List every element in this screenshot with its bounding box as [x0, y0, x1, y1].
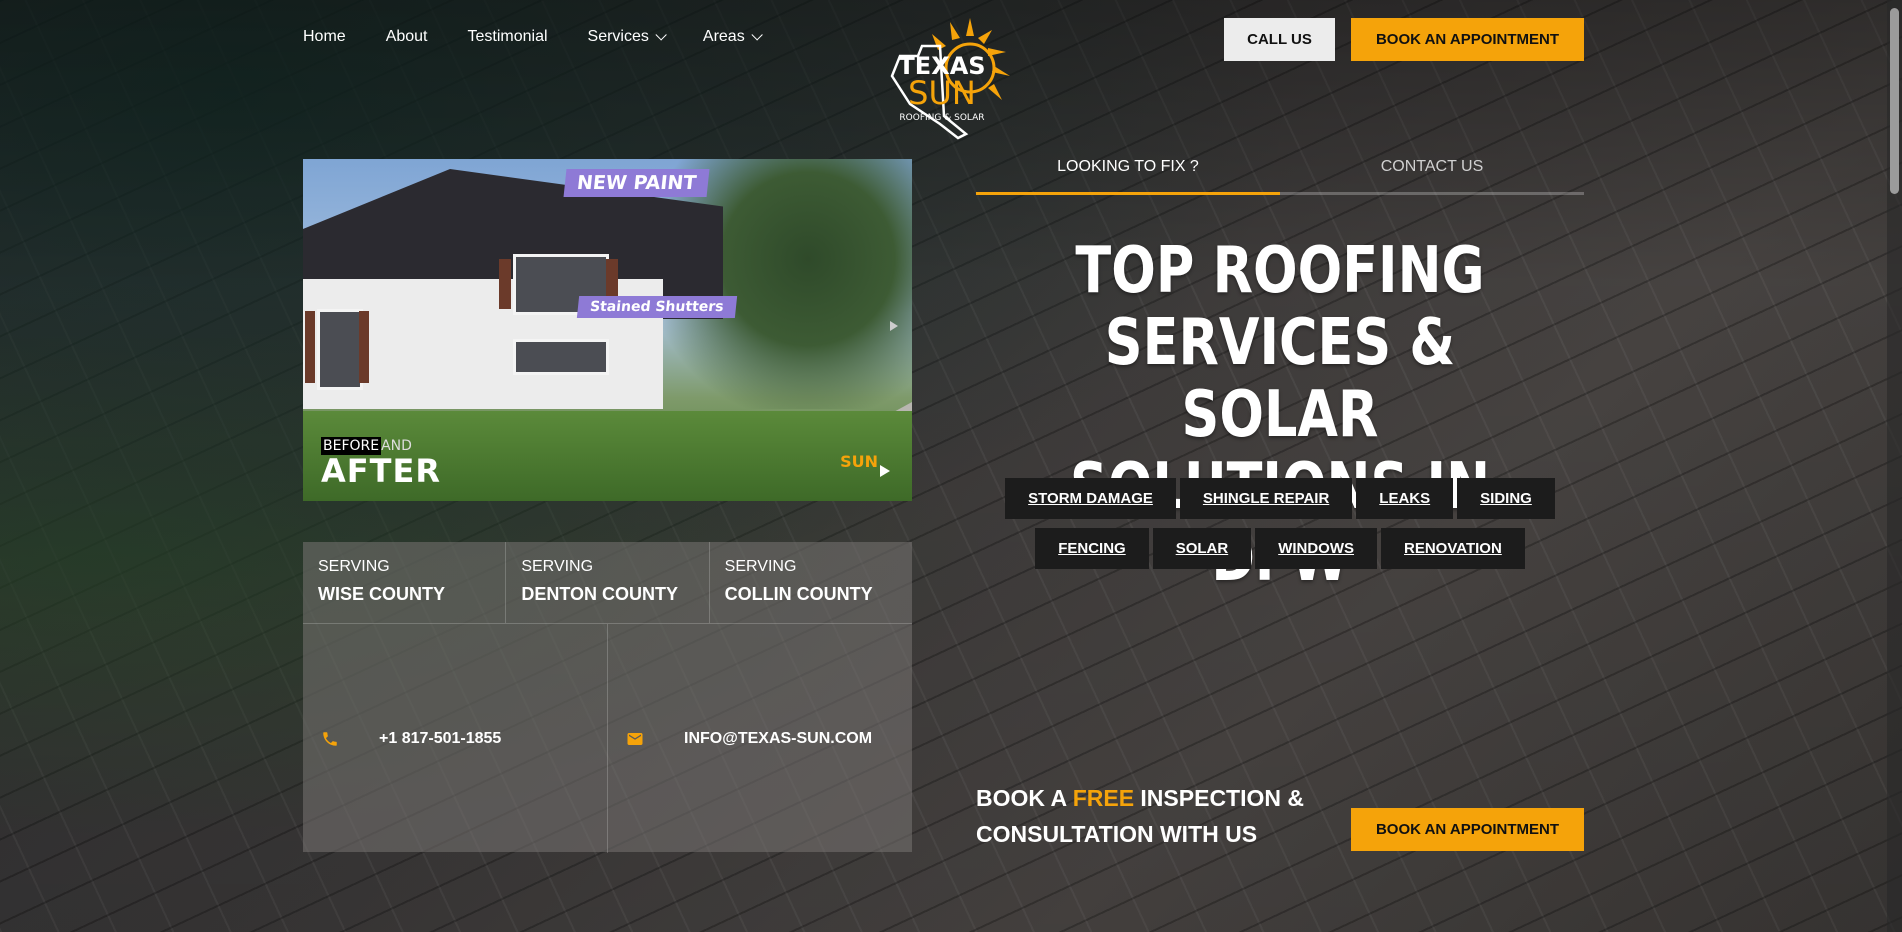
video-window — [317, 309, 363, 390]
chevron-down-icon — [751, 29, 763, 41]
service-storm-damage[interactable]: STORM DAMAGE — [1005, 478, 1176, 519]
counties-row: SERVING WISE COUNTY SERVING DENTON COUNT… — [303, 542, 912, 624]
book-appointment-cta-button[interactable]: BOOK AN APPOINTMENT — [1351, 808, 1584, 851]
services-chips: STORM DAMAGE SHINGLE REPAIR LEAKS SIDING… — [976, 478, 1584, 569]
service-solar[interactable]: SOLAR — [1152, 528, 1252, 569]
cta-text-start: BOOK A — [976, 785, 1073, 811]
service-windows[interactable]: WINDOWS — [1255, 528, 1378, 569]
video-watermark: SUN — [840, 452, 878, 471]
page-scrollbar[interactable] — [1887, 0, 1902, 932]
chevron-down-icon — [655, 29, 667, 41]
video-shutter — [305, 311, 315, 383]
stained-shutters-tag: Stained Shutters — [576, 296, 737, 318]
cta-free-highlight: FREE — [1072, 785, 1135, 811]
county-label: SERVING — [724, 558, 797, 575]
after-text: AFTER — [321, 452, 441, 490]
call-us-button[interactable]: CALL US — [1224, 18, 1335, 61]
nav-services-label: Services — [587, 28, 649, 45]
nav-about[interactable]: About — [386, 28, 428, 46]
tab-looking-to-fix[interactable]: LOOKING TO FIX ? — [976, 158, 1280, 195]
before-after-video[interactable]: NEW PAINT Stained Shutters BEFORE AND AFT… — [303, 159, 912, 501]
main-nav: Home About Testimonial Services Areas — [303, 28, 799, 46]
book-appointment-button[interactable]: BOOK AN APPOINTMENT — [1351, 18, 1584, 61]
phone-icon — [323, 731, 337, 746]
nav-testimonial-label: Testimonial — [467, 28, 548, 45]
county-collin: SERVING COLLIN COUNTY — [710, 542, 912, 623]
nav-home[interactable]: Home — [303, 28, 346, 46]
county-name: WISE COUNTY — [318, 584, 446, 604]
video-shutter — [499, 259, 511, 309]
inspection-cta: BOOK A FREE INSPECTION & CONSULTATION WI… — [976, 780, 1316, 852]
mail-icon — [627, 732, 643, 745]
county-name: COLLIN COUNTY — [724, 584, 873, 604]
service-renovation[interactable]: RENOVATION — [1381, 528, 1525, 569]
phone-number[interactable]: +1 817-501-1855 — [379, 730, 501, 748]
play-icon[interactable] — [880, 465, 890, 477]
county-label: SERVING — [521, 558, 594, 575]
next-icon[interactable] — [890, 321, 898, 331]
nav-areas[interactable]: Areas — [702, 28, 763, 46]
county-label: SERVING — [318, 558, 390, 575]
email-address[interactable]: INFO@TEXAS-SUN.COM — [684, 730, 872, 748]
email-contact[interactable]: INFO@TEXAS-SUN.COM — [608, 624, 912, 853]
nav-home-label: Home — [303, 28, 346, 45]
service-leaks[interactable]: LEAKS — [1356, 478, 1454, 519]
tab-contact-us[interactable]: CONTACT US — [1280, 158, 1584, 195]
nav-testimonial[interactable]: Testimonial — [468, 28, 548, 46]
logo-tagline: ROOFING & SOLAR — [899, 113, 984, 123]
video-window — [513, 339, 609, 375]
texas-sun-logo[interactable]: TEXAS SUN ROOFING & SOLAR — [870, 16, 1014, 144]
new-paint-tag: NEW PAINT — [563, 169, 710, 197]
service-shingle-repair[interactable]: SHINGLE REPAIR — [1179, 478, 1353, 519]
contacts-row: +1 817-501-1855 INFO@TEXAS-SUN.COM — [303, 624, 912, 853]
nav-areas-label: Areas — [702, 28, 745, 45]
county-denton: SERVING DENTON COUNTY — [506, 542, 710, 623]
video-shutter — [359, 311, 369, 383]
service-fencing[interactable]: FENCING — [1035, 528, 1149, 569]
nav-services[interactable]: Services — [587, 28, 667, 46]
logo-sun: SUN — [908, 74, 976, 112]
nav-about-label: About — [385, 28, 428, 45]
form-tabs: LOOKING TO FIX ? CONTACT US — [976, 158, 1584, 195]
info-panel: SERVING WISE COUNTY SERVING DENTON COUNT… — [303, 542, 912, 853]
before-after-label: BEFORE AND AFTER — [321, 435, 441, 487]
scrollbar-thumb[interactable] — [1890, 8, 1899, 194]
phone-contact[interactable]: +1 817-501-1855 — [303, 624, 608, 853]
county-name: DENTON COUNTY — [521, 584, 679, 604]
county-wise: SERVING WISE COUNTY — [303, 542, 507, 623]
service-siding[interactable]: SIDING — [1457, 478, 1555, 519]
